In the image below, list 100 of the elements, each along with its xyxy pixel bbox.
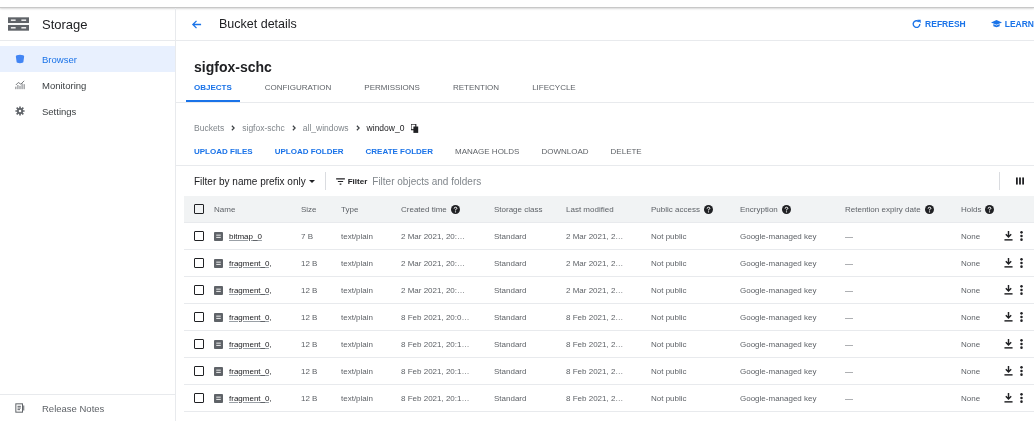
table-cell: 8 Feb 2021, 2…: [566, 393, 624, 403]
table-cell: 2 Mar 2021, 2…: [566, 258, 624, 268]
product-title: Storage: [42, 16, 88, 32]
chevron-icon: [231, 125, 236, 131]
back-arrow-icon[interactable]: [191, 18, 202, 30]
row-checkbox[interactable]: [194, 393, 204, 403]
release-notes-link[interactable]: Release Notes: [0, 394, 175, 421]
table-cell: 8 Feb 2021, 20:1…: [401, 339, 470, 349]
row-checkbox[interactable]: [194, 366, 204, 376]
mortarboard-icon: [990, 19, 1002, 29]
table-cell: 2 Mar 2021, 2…: [566, 231, 624, 241]
table-cell: None: [961, 312, 981, 322]
more-icon[interactable]: [1020, 231, 1023, 241]
filter-icon: [335, 177, 345, 185]
file-icon: [214, 285, 223, 295]
download-icon[interactable]: [1004, 339, 1013, 349]
download-icon[interactable]: [1004, 393, 1013, 403]
learn-button[interactable]: LEARN: [990, 19, 1034, 29]
file-icon: [214, 366, 223, 376]
table-cell: None: [961, 285, 981, 295]
table-cell: None: [961, 231, 981, 241]
column-header: Holds: [961, 204, 982, 214]
more-icon[interactable]: [1020, 285, 1023, 295]
table-cell: Google-managed key: [740, 339, 817, 349]
table-cell: Not public: [651, 366, 687, 376]
column-header: Last modified: [566, 204, 614, 214]
refresh-button[interactable]: REFRESH: [911, 19, 966, 29]
sidebar-item[interactable]: Monitoring: [0, 72, 175, 98]
download-icon[interactable]: [1004, 258, 1013, 268]
tab[interactable]: LIFECYCLE: [532, 81, 576, 102]
object-link[interactable]: fragment_0,: [229, 366, 272, 376]
table-cell: —: [845, 258, 853, 268]
sidebar-item[interactable]: Browser: [0, 46, 175, 72]
help-icon[interactable]: [450, 204, 460, 214]
row-checkbox[interactable]: [194, 231, 204, 241]
settings-icon: [15, 106, 25, 116]
object-link[interactable]: fragment_0,: [229, 339, 272, 349]
copy-icon[interactable]: [411, 123, 420, 133]
table-cell: text/plain: [341, 312, 374, 322]
refresh-icon: [911, 19, 923, 29]
chart-icon: [15, 80, 25, 90]
more-icon[interactable]: [1020, 366, 1023, 376]
chevron-icon: [355, 125, 360, 131]
column-header: Created time: [401, 204, 447, 214]
table-cell: Google-managed key: [740, 231, 817, 241]
object-link[interactable]: fragment_0,: [229, 258, 272, 268]
more-icon[interactable]: [1020, 312, 1023, 322]
more-icon[interactable]: [1020, 393, 1023, 403]
row-checkbox[interactable]: [194, 312, 204, 322]
table-cell: 2 Mar 2021, 20:…: [401, 231, 466, 241]
download-icon[interactable]: [1004, 312, 1013, 322]
more-icon[interactable]: [1020, 258, 1023, 268]
table-cell: Google-managed key: [740, 393, 817, 403]
tab[interactable]: CONFIGURATION: [264, 81, 332, 102]
download-icon[interactable]: [1004, 285, 1013, 295]
download-icon[interactable]: [1004, 366, 1013, 376]
table-cell: Standard: [494, 312, 527, 322]
tab[interactable]: OBJECTS: [186, 81, 240, 102]
tab[interactable]: PERMISSIONS: [364, 81, 420, 102]
table-cell: 8 Feb 2021, 20:0…: [401, 312, 470, 322]
breadcrumb-link[interactable]: Buckets: [194, 123, 225, 133]
page-title: Bucket details: [219, 17, 297, 31]
file-icon: [214, 312, 223, 322]
table-cell: text/plain: [341, 339, 374, 349]
filter-mode-dropdown[interactable]: Filter by name prefix only: [194, 175, 315, 187]
table-cell: Standard: [494, 258, 527, 268]
caret-icon: [308, 179, 315, 183]
table-cell: Standard: [494, 366, 527, 376]
object-link[interactable]: bitmap_0: [229, 231, 262, 241]
toolbar-button[interactable]: CREATE FOLDER: [365, 146, 433, 156]
sidebar-item[interactable]: Settings: [0, 98, 175, 124]
row-checkbox[interactable]: [194, 339, 204, 349]
columns-icon[interactable]: [1016, 177, 1024, 185]
help-icon[interactable]: [781, 204, 791, 214]
breadcrumb-link[interactable]: all_windows: [302, 123, 349, 133]
help-icon[interactable]: [985, 204, 995, 214]
table-cell: 12 B: [301, 339, 318, 349]
table-cell: text/plain: [341, 366, 374, 376]
more-icon[interactable]: [1020, 339, 1023, 349]
chevron-icon: [291, 125, 296, 131]
toolbar-button[interactable]: UPLOAD FOLDER: [274, 146, 344, 156]
object-link[interactable]: fragment_0,: [229, 285, 272, 295]
table-cell: None: [961, 339, 981, 349]
download-icon[interactable]: [1004, 231, 1013, 241]
row-checkbox[interactable]: [194, 285, 204, 295]
breadcrumb-link[interactable]: sigfox-schc: [242, 123, 285, 133]
table-cell: —: [845, 312, 853, 322]
object-link[interactable]: fragment_0,: [229, 393, 272, 403]
row-checkbox[interactable]: [194, 258, 204, 268]
column-header: Public access: [651, 204, 700, 214]
bucket-name: sigfox-schc: [194, 58, 273, 77]
help-icon[interactable]: [924, 204, 934, 214]
notes-icon: [15, 403, 25, 413]
help-icon[interactable]: [703, 204, 713, 214]
object-link[interactable]: fragment_0,: [229, 312, 272, 322]
table-cell: —: [845, 285, 853, 295]
select-all-checkbox[interactable]: [194, 204, 204, 214]
table-cell: Not public: [651, 393, 687, 403]
tab[interactable]: RETENTION: [452, 81, 500, 102]
toolbar-button[interactable]: UPLOAD FILES: [194, 146, 253, 156]
